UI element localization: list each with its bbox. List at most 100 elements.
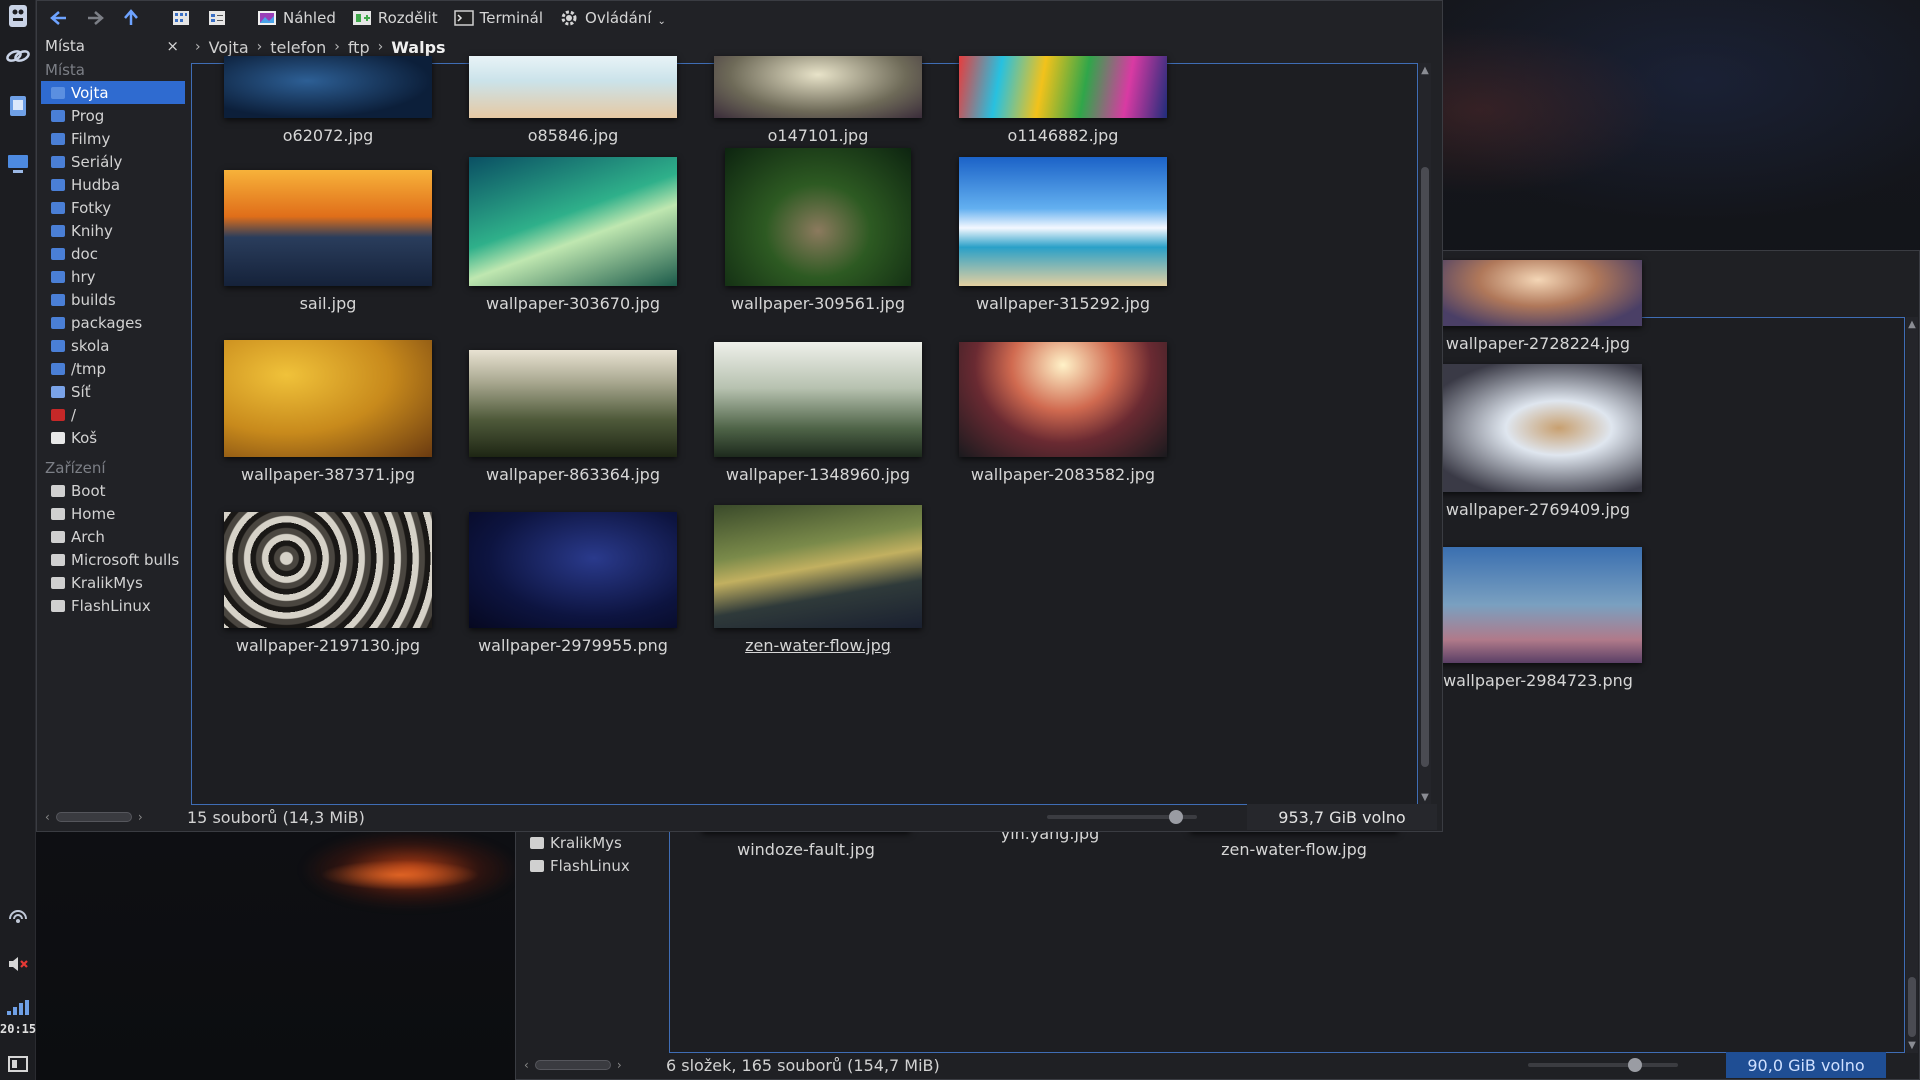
detail-view-button[interactable] <box>201 4 233 32</box>
computer-icon[interactable] <box>4 150 32 178</box>
arrow-left-icon <box>49 9 69 27</box>
breadcrumb-separator-icon[interactable]: › <box>378 39 384 55</box>
folder-icon <box>51 201 65 214</box>
sidebar-item[interactable]: doc <box>41 242 185 265</box>
sidebar-item[interactable]: Síť <box>41 380 185 403</box>
workspace-switcher-icon[interactable] <box>4 995 32 1023</box>
places-hscroll[interactable]: ‹ › <box>37 810 187 824</box>
breadcrumb-separator-icon[interactable]: › <box>257 39 263 55</box>
vertical-scrollbar[interactable]: ▲ ▼ <box>1419 63 1431 805</box>
file-manager-icon[interactable] <box>4 92 32 120</box>
sidebar-item-label: Síť <box>71 382 91 401</box>
file-item[interactable]: zen-water-flow.jpg <box>668 505 968 655</box>
thumbnail-image[interactable] <box>959 157 1167 286</box>
drive-icon <box>51 599 65 612</box>
sidebar-item[interactable]: Seriály <box>41 150 185 173</box>
sidebar-item[interactable]: Fotky <box>41 196 185 219</box>
scrollbar-thumb[interactable] <box>1908 977 1916 1037</box>
breadcrumb-item[interactable]: Vojta <box>209 38 249 57</box>
drive-icon <box>530 859 544 872</box>
breadcrumb-item[interactable]: telefon <box>270 38 326 57</box>
sidebar-item[interactable]: /tmp <box>41 357 185 380</box>
sidebar-item[interactable]: skola <box>41 334 185 357</box>
clock[interactable]: 20:15 <box>0 1022 36 1036</box>
sidebar-item[interactable]: Knihy <box>41 219 185 242</box>
sidebar-item[interactable]: Prog <box>41 104 185 127</box>
sidebar-item[interactable]: builds <box>41 288 185 311</box>
sidebar-item-label: Hudba <box>71 175 121 194</box>
volume-muted-icon[interactable] <box>4 950 32 978</box>
folder-icon <box>51 178 65 191</box>
back-place-flashlinux[interactable]: FlashLinux <box>520 854 662 877</box>
device-item[interactable]: KralikMys <box>41 571 185 594</box>
scroll-up-arrow-icon[interactable]: ▲ <box>1906 319 1918 330</box>
breadcrumb-item[interactable]: ftp <box>348 38 370 57</box>
thumbnail-image[interactable] <box>469 56 677 118</box>
back-vertical-scrollbar[interactable]: ▲ ▼ <box>1906 317 1918 1053</box>
device-item[interactable]: Boot <box>41 479 185 502</box>
network-status-icon[interactable] <box>4 905 32 933</box>
thumbnail-image[interactable] <box>959 342 1167 457</box>
sidebar-item[interactable]: Vojta <box>41 81 185 104</box>
device-label: Microsoft bulls <box>71 550 180 569</box>
terminal-button[interactable]: Terminál <box>448 4 549 32</box>
thumbnail-image[interactable] <box>224 340 432 457</box>
preview-button[interactable]: Náhled <box>251 4 342 32</box>
back-button[interactable] <box>43 4 75 32</box>
breadcrumb-root-arrow-icon[interactable]: › <box>195 39 201 55</box>
back-zoom-slider[interactable] <box>1528 1058 1678 1072</box>
thumbnail-image[interactable] <box>224 512 432 628</box>
network-link-icon[interactable] <box>4 42 32 70</box>
back-place-kralikmys[interactable]: KralikMys <box>520 831 662 854</box>
thumbnail-image[interactable] <box>1434 260 1642 326</box>
file-item[interactable]: wallpaper-2083582.jpg <box>913 342 1213 484</box>
file-view[interactable]: o62072.jpg o85846.jpg o147101.jpg o1146882.… <box>191 56 1418 805</box>
thumbnail-image[interactable] <box>959 56 1167 118</box>
control-menu-button[interactable]: Ovládání ⌄ <box>553 4 672 32</box>
sidebar-item[interactable]: packages <box>41 311 185 334</box>
thumbnail-image[interactable] <box>469 157 677 286</box>
device-item[interactable]: Microsoft bulls <box>41 548 185 571</box>
zoom-slider[interactable] <box>1047 810 1197 824</box>
device-item[interactable]: Arch <box>41 525 185 548</box>
app-launcher-icon[interactable] <box>4 2 32 30</box>
folder-icon <box>51 362 65 375</box>
up-button[interactable] <box>115 4 147 32</box>
file-item[interactable]: o1146882.jpg <box>913 56 1213 145</box>
breadcrumb-current[interactable]: Walps <box>391 38 445 57</box>
folder-icon <box>51 293 65 306</box>
show-desktop-icon[interactable] <box>4 1050 32 1078</box>
desktop-wallpaper-glow-core <box>320 860 480 890</box>
icon-view-button[interactable] <box>165 4 197 32</box>
scroll-down-arrow-icon[interactable]: ▼ <box>1419 792 1431 803</box>
close-icon[interactable]: × <box>166 37 179 55</box>
scroll-down-arrow-icon[interactable]: ▼ <box>1906 1040 1918 1051</box>
forward-button[interactable] <box>79 4 111 32</box>
scroll-up-arrow-icon[interactable]: ▲ <box>1419 65 1431 76</box>
device-item[interactable]: FlashLinux <box>41 594 185 617</box>
thumbnail-image[interactable] <box>469 350 677 457</box>
device-item[interactable]: Home <box>41 502 185 525</box>
sidebar-item[interactable]: hry <box>41 265 185 288</box>
split-button[interactable]: Rozdělit <box>346 4 444 32</box>
thumbnail-image[interactable] <box>714 56 922 118</box>
thumbnail-image[interactable] <box>224 170 432 286</box>
sidebar-item-label: skola <box>71 336 110 355</box>
thumbnail-image[interactable] <box>725 148 911 286</box>
sidebar-item[interactable]: / <box>41 403 185 426</box>
scrollbar-thumb[interactable] <box>1421 167 1429 767</box>
sidebar-item[interactable]: Filmy <box>41 127 185 150</box>
file-item[interactable]: wallpaper-315292.jpg <box>913 157 1213 313</box>
thumbnail-image[interactable] <box>714 505 922 628</box>
back-places-hscroll[interactable]: ‹ › <box>516 1058 666 1072</box>
thumbnail-image[interactable] <box>1434 364 1642 492</box>
sidebar-item[interactable]: Koš <box>41 426 185 449</box>
thumbnail-image[interactable] <box>1434 547 1642 663</box>
sidebar-item[interactable]: Hudba <box>41 173 185 196</box>
file-manager-window[interactable]: Náhled Rozdělit Terminál Ovládání ⌄ Míst… <box>36 0 1443 832</box>
thumbnail-image[interactable] <box>714 342 922 457</box>
thumbnail-image[interactable] <box>224 56 432 118</box>
breadcrumb-separator-icon[interactable]: › <box>334 39 340 55</box>
preview-label: Náhled <box>283 9 336 27</box>
thumbnail-image[interactable] <box>469 512 677 628</box>
